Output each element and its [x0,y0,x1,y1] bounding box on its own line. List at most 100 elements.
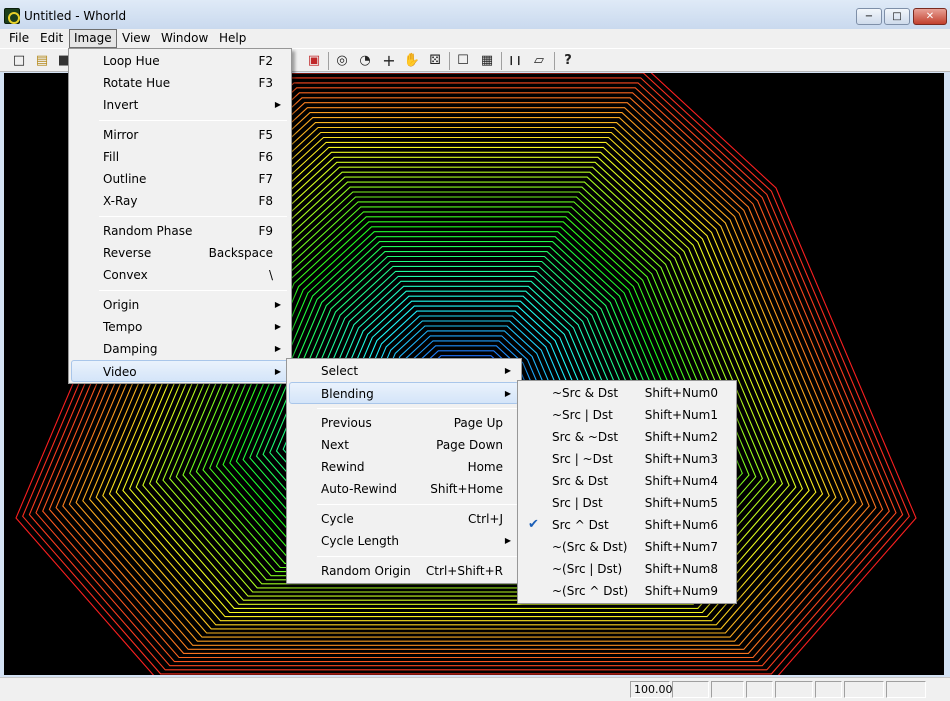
menu-item-rewind[interactable]: Rewind Home [289,456,519,478]
menu-edit[interactable]: Edit [36,29,67,48]
menu-item-label: Cycle Length [321,534,399,548]
menu-item-shortcut: Shift+Num1 [644,408,718,422]
blending-submenu: ~Src & Dst Shift+Num0 ~Src | Dst Shift+N… [517,380,737,604]
menu-item-label: Select [321,364,359,378]
menu-item-cycle-length[interactable]: Cycle Length ▶ [289,530,519,552]
menu-item-xray[interactable]: X-Ray F8 [71,190,289,212]
menu-item-shortcut: Shift+Num6 [644,518,718,532]
menu-item-label: Video [103,365,137,379]
menu-item-blending[interactable]: Blending ▶ [289,382,519,404]
menu-item-shortcut: \ [268,268,273,282]
menu-item-label: Tempo [103,320,143,334]
menu-item-shortcut: Page Up [453,416,503,430]
menu-item-convex[interactable]: Convex \ [71,264,289,286]
menu-item-shortcut: F6 [258,150,273,164]
menu-item-damping[interactable]: Damping ▶ [71,338,289,360]
menu-item-fill[interactable]: Fill F6 [71,146,289,168]
menu-item-blend-4[interactable]: Src & Dst Shift+Num4 [520,470,734,492]
menu-item-random-phase[interactable]: Random Phase F9 [71,220,289,242]
menu-item-previous[interactable]: Previous Page Up [289,412,519,434]
menu-item-blend-5[interactable]: Src | Dst Shift+Num5 [520,492,734,514]
origin-icon[interactable]: ◎ [333,52,351,70]
menu-item-random-origin[interactable]: Random Origin Ctrl+Shift+R [289,560,519,582]
hand-icon[interactable]: ✋ [403,52,421,70]
eraser-icon[interactable]: ▱ [530,52,548,70]
menu-item-video[interactable]: Video ▶ [71,360,289,382]
menu-item-select[interactable]: Select ▶ [289,360,519,382]
menu-item-blend-6[interactable]: ✔ Src ^ Dst Shift+Num6 [520,514,734,536]
menu-item-blend-3[interactable]: Src | ~Dst Shift+Num3 [520,448,734,470]
menu-item-shortcut: Backspace [208,246,273,260]
menu-item-shortcut: Shift+Num7 [644,540,718,554]
menu-item-label: Convex [103,268,148,282]
menu-item-shortcut: Home [467,460,503,474]
menu-item-invert[interactable]: Invert ▶ [71,94,289,116]
dice-icon[interactable]: ⚄ [426,52,444,70]
minimize-button[interactable]: − [856,8,882,25]
menu-item-reverse[interactable]: Reverse Backspace [71,242,289,264]
menu-item-shortcut: Shift+Num2 [644,430,718,444]
menu-item-shortcut: F5 [258,128,273,142]
menu-item-outline[interactable]: Outline F7 [71,168,289,190]
menu-item-loop-hue[interactable]: Loop Hue F2 [71,50,289,72]
snapshot-icon[interactable]: ☐ [454,52,472,70]
menu-item-label: Outline [103,172,147,186]
checkmark-icon: ✔ [528,517,539,532]
menu-item-label: Next [321,438,349,452]
menu-help[interactable]: Help [215,29,250,48]
menu-item-shortcut: F9 [258,224,273,238]
menu-item-blend-1[interactable]: ~Src | Dst Shift+Num1 [520,404,734,426]
menu-item-label: Reverse [103,246,152,260]
submenu-arrow-icon: ▶ [274,344,281,353]
submenu-arrow-icon: ▶ [504,366,511,375]
menu-item-label: Loop Hue [103,54,160,68]
menu-item-shortcut: Ctrl+J [468,512,503,526]
export-icon[interactable]: ▦ [478,52,496,70]
menu-item-next[interactable]: Next Page Down [289,434,519,456]
menu-item-shortcut: Page Down [436,438,503,452]
menu-item-shortcut: Ctrl+Shift+R [425,564,503,578]
toolbar-separator [554,52,555,70]
close-button[interactable]: ✕ [913,8,947,25]
maximize-button[interactable]: □ [884,8,910,25]
crosshair-icon[interactable]: + [380,52,398,70]
menu-item-label: Invert [103,98,139,112]
menu-file[interactable]: File [5,29,33,48]
menu-item-blend-2[interactable]: Src & ~Dst Shift+Num2 [520,426,734,448]
open-folder-icon[interactable]: ▤ [33,52,51,70]
menu-item-blend-9[interactable]: ~(Src ^ Dst) Shift+Num9 [520,580,734,602]
submenu-arrow-icon: ▶ [504,536,511,545]
menu-bar: File Edit Image View Window Help [0,29,950,48]
submenu-arrow-icon: ▶ [274,322,281,331]
title-bar: Untitled - Whorld − □ ✕ [0,0,950,30]
menu-item-mirror[interactable]: Mirror F5 [71,124,289,146]
submenu-arrow-icon: ▶ [274,300,281,309]
menu-item-label: ~Src | Dst [552,408,613,422]
pause-icon[interactable]: ❙❙ [506,52,524,70]
menu-item-tempo[interactable]: Tempo ▶ [71,316,289,338]
new-file-icon[interactable]: □ [10,52,28,70]
menu-item-label: Previous [321,416,372,430]
app-icon[interactable] [4,8,20,24]
menu-item-label: Blending [321,387,374,401]
menu-item-label: ~(Src ^ Dst) [552,584,629,598]
window-title: Untitled - Whorld [24,9,127,23]
menu-image[interactable]: Image [69,29,117,48]
menu-item-shortcut: F3 [258,76,273,90]
menu-item-blend-0[interactable]: ~Src & Dst Shift+Num0 [520,382,734,404]
submenu-arrow-icon: ▶ [274,367,281,376]
menu-item-blend-8[interactable]: ~(Src | Dst) Shift+Num8 [520,558,734,580]
menu-item-shortcut: F2 [258,54,273,68]
menu-item-auto-rewind[interactable]: Auto-Rewind Shift+Home [289,478,519,500]
menu-view[interactable]: View [118,29,154,48]
menu-item-rotate-hue[interactable]: Rotate Hue F3 [71,72,289,94]
help-icon[interactable]: ? [559,52,577,70]
menu-item-cycle[interactable]: Cycle Ctrl+J [289,508,519,530]
menu-item-label: Random Phase [103,224,193,238]
menu-item-label: Src ^ Dst [552,518,609,532]
menu-window[interactable]: Window [157,29,212,48]
menu-item-origin[interactable]: Origin ▶ [71,294,289,316]
menu-item-blend-7[interactable]: ~(Src & Dst) Shift+Num7 [520,536,734,558]
color-icon[interactable]: ▣ [305,52,323,70]
spin-icon[interactable]: ◔ [356,52,374,70]
